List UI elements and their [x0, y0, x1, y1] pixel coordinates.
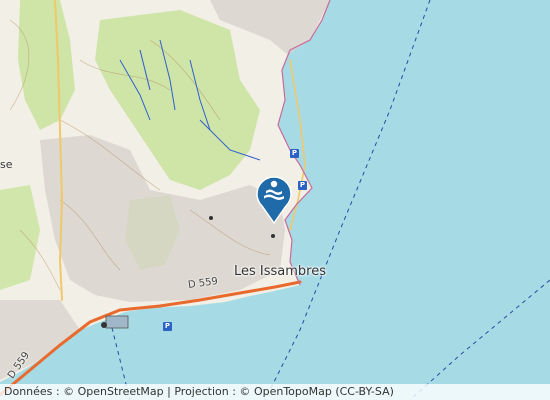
attribution-bar: Données : © OpenStreetMap | Projection :…: [0, 384, 550, 400]
parking-icon: P: [298, 181, 307, 190]
place-label-les-issambres: Les Issambres: [234, 264, 327, 279]
parking-icon: P: [163, 322, 172, 331]
poi-icon: [209, 216, 213, 220]
anchor-icon: [101, 322, 107, 328]
attribution-prefix: Données : ©: [4, 385, 75, 398]
attribution-separator: | Projection : ©: [167, 385, 251, 398]
openstreetmap-link[interactable]: OpenStreetMap: [78, 385, 164, 398]
parking-icon: P: [290, 149, 299, 158]
cut-off-place-label: se: [0, 158, 13, 171]
harbour: [105, 315, 129, 329]
attribution-license: (CC-BY-SA): [335, 385, 394, 398]
beach-swimmer-marker[interactable]: [254, 172, 294, 224]
opentopomap-link[interactable]: OpenTopoMap: [254, 385, 332, 398]
poi-icon: [271, 234, 275, 238]
